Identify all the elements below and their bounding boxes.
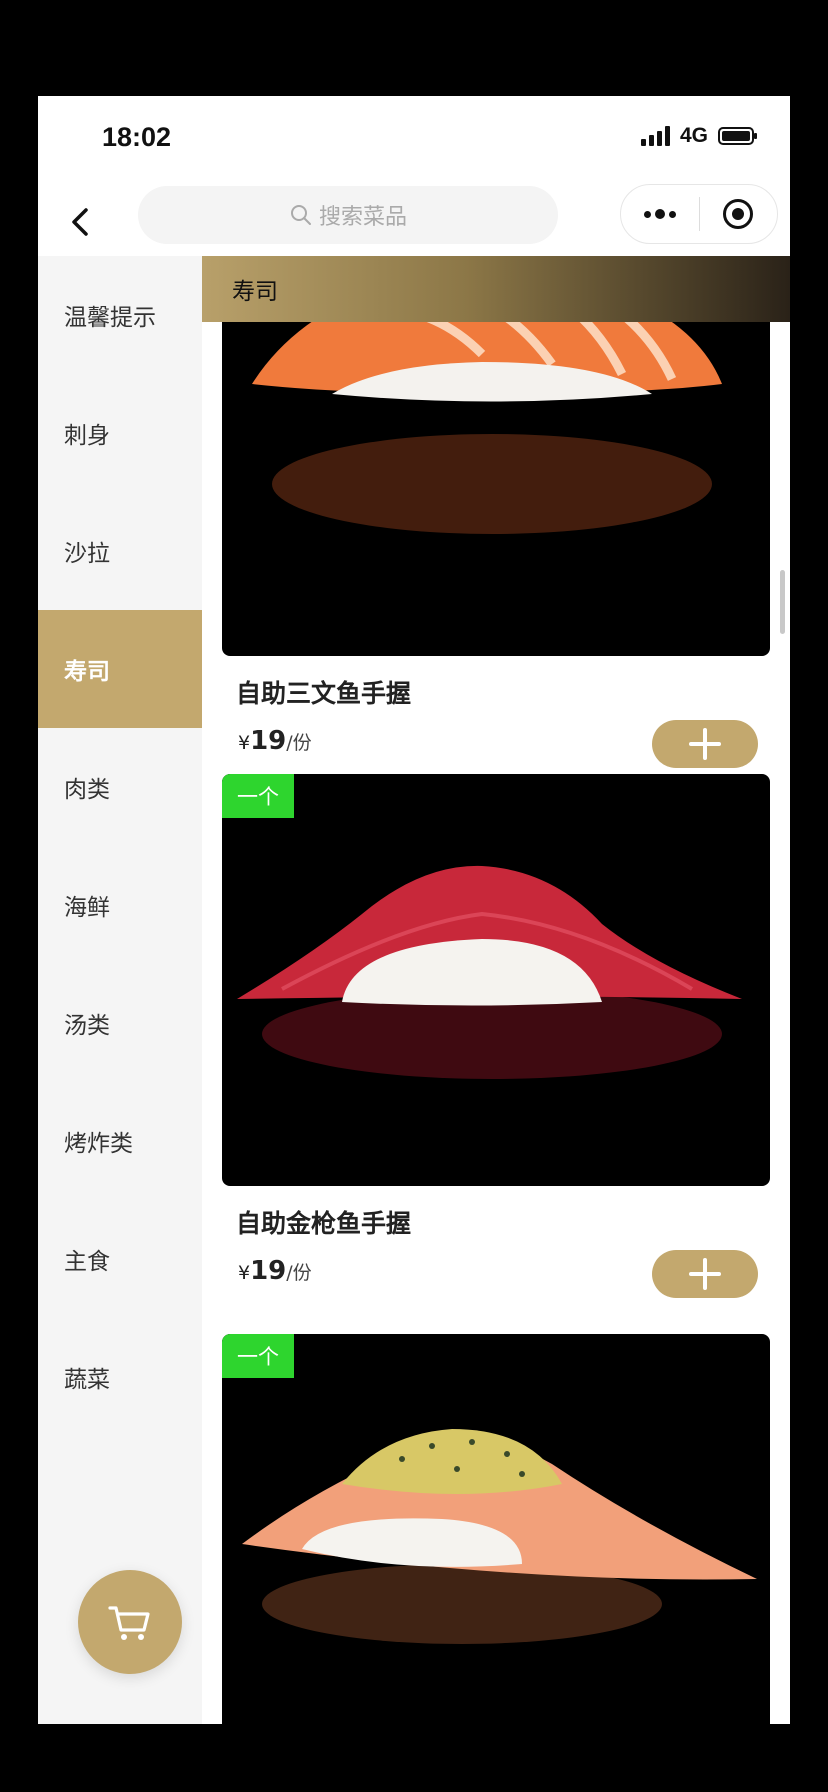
product-tag: 一个 (222, 1334, 294, 1378)
category-sidebar: 温馨提示刺身沙拉寿司肉类海鲜汤类烤炸类主食蔬菜 (38, 256, 202, 1724)
add-to-cart-button[interactable] (652, 720, 758, 768)
product-card[interactable]: 一个 (222, 1334, 770, 1724)
cart-button[interactable] (78, 1570, 182, 1674)
battery-icon (718, 127, 757, 145)
back-button[interactable] (58, 200, 102, 244)
plus-icon (689, 1258, 721, 1290)
sidebar-item-label: 蔬菜 (64, 1367, 110, 1393)
product-price: ¥19/份 (238, 726, 312, 756)
section-title: 寿司 (232, 279, 278, 305)
sidebar-item-label: 海鲜 (64, 895, 110, 921)
sidebar-item-category[interactable]: 蔬菜 (38, 1318, 202, 1436)
sidebar-item-label: 刺身 (64, 423, 110, 449)
product-image: 一个 (222, 774, 770, 1186)
target-icon (723, 199, 754, 229)
sidebar-item-label: 温馨提示 (64, 305, 156, 331)
sidebar-item-category[interactable]: 海鲜 (38, 846, 202, 964)
miniprogram-capsule (620, 184, 778, 244)
status-icons: 4G (640, 124, 757, 148)
sidebar-item-category[interactable]: 寿司 (38, 610, 202, 728)
sidebar-item-label: 汤类 (64, 1013, 110, 1039)
tuna-nigiri-image (237, 865, 742, 1079)
sidebar-item-category[interactable]: 烤炸类 (38, 1082, 202, 1200)
sidebar-item-category[interactable]: 刺身 (38, 374, 202, 492)
network-type: 4G (679, 124, 708, 147)
sidebar-item-category[interactable]: 沙拉 (38, 492, 202, 610)
sidebar-item-category[interactable]: 温馨提示 (38, 256, 202, 374)
product-price: ¥19/份 (238, 1256, 312, 1286)
add-to-cart-button[interactable] (652, 1250, 758, 1298)
cart-icon (108, 1606, 150, 1640)
sidebar-item-label: 肉类 (64, 777, 110, 803)
close-miniprogram-button[interactable] (700, 185, 778, 243)
product-name: 自助金枪鱼手握 (236, 1209, 412, 1238)
sidebar-item-category[interactable]: 主食 (38, 1200, 202, 1318)
plus-icon (689, 728, 721, 760)
more-dots-icon (643, 209, 676, 219)
more-button[interactable] (621, 185, 699, 243)
sidebar-item-label: 主食 (64, 1249, 110, 1275)
signal-icon (640, 126, 670, 146)
sidebar-item-label: 寿司 (64, 659, 110, 685)
status-time: 18:02 (102, 122, 172, 152)
product-name: 自助三文鱼手握 (236, 679, 412, 708)
search-placeholder: 搜索菜品 (318, 205, 407, 230)
product-list: 寿司 自助三文鱼手握 ¥19/份 一个 自助金枪鱼手握 ¥19/份 一个 (202, 256, 790, 1724)
product-card[interactable]: 自助三文鱼手握 ¥19/份 (222, 256, 770, 772)
section-header: 寿司 (202, 256, 790, 322)
search-input[interactable]: 搜索菜品 (138, 186, 558, 244)
chevron-left-icon (72, 208, 88, 236)
search-icon (290, 205, 311, 225)
product-card[interactable]: 一个 自助金枪鱼手握 ¥19/份 (222, 774, 770, 1302)
scrollbar[interactable] (780, 570, 785, 634)
phone-screen: 18:02 4G 搜索菜品 温馨提示 刺身 沙拉 寿司 肉类 海鲜 汤类 烤炸类 主食 蔬菜 (38, 96, 790, 1724)
product-tag: 一个 (222, 774, 294, 818)
sidebar-item-label: 沙拉 (64, 541, 110, 567)
sidebar-item-label: 烤炸类 (64, 1131, 133, 1157)
seared-salmon-nigiri-image (242, 1429, 757, 1644)
sidebar-item-category[interactable]: 肉类 (38, 728, 202, 846)
product-image: 一个 (222, 1334, 770, 1724)
sidebar-item-category[interactable]: 汤类 (38, 964, 202, 1082)
